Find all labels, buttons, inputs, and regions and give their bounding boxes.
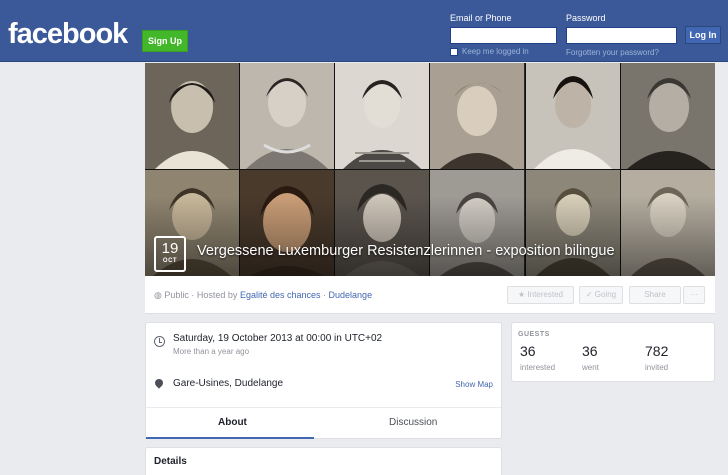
show-map-link[interactable]: Show Map [455, 380, 493, 389]
interested-button[interactable]: ★ Interested [507, 286, 574, 304]
event-title: Vergessene Luxemburger Resistenzlerinnen… [197, 243, 615, 259]
globe-icon: ◍ [154, 290, 162, 300]
tab-about[interactable]: About [218, 417, 247, 428]
event-details-card: Saturday, 19 October 2013 at 00:00 in UT… [145, 322, 502, 439]
log-in-button[interactable]: Log In [685, 26, 721, 44]
went-label: went [582, 363, 599, 372]
hosted-by-prefix: Hosted by [196, 290, 238, 300]
invited-label: invited [645, 363, 669, 372]
event-datetime: Saturday, 19 October 2013 at 00:00 in UT… [173, 333, 383, 344]
event-datetime-relative: More than a year ago [173, 347, 250, 356]
sign-up-button[interactable]: Sign Up [142, 30, 188, 52]
interested-label: interested [520, 363, 556, 372]
portrait-photo [240, 63, 335, 169]
event-location[interactable]: Gare-Usines, Dudelange [173, 378, 283, 389]
event-date-badge: 19 OCT [154, 236, 186, 272]
event-date-day: 19 [161, 240, 179, 257]
event-info-strip: ◍ Public · Hosted by Egalité des chances… [145, 276, 715, 314]
guests-title: GUESTS [518, 331, 550, 338]
keep-logged-in[interactable]: Keep me logged in [450, 47, 529, 56]
portrait-photo [430, 63, 525, 169]
portrait-photo [335, 63, 430, 169]
tab-discussion[interactable]: Discussion [389, 417, 437, 428]
share-button[interactable]: Share [629, 286, 681, 304]
privacy-label: Public [164, 290, 189, 300]
keep-logged-in-checkbox[interactable] [450, 47, 458, 56]
location-pin-icon [153, 377, 165, 389]
top-navigation-bar: facebook Sign Up Email or Phone Password… [0, 0, 728, 62]
invited-count[interactable]: 782 [645, 343, 668, 359]
host-link-egalite[interactable]: Egalité des chances [240, 290, 321, 300]
more-options-button[interactable]: ··· [683, 286, 705, 304]
details-card: Details [145, 447, 502, 475]
forgot-password-link[interactable]: Forgotten your password? [566, 48, 659, 57]
host-separator: · [323, 290, 327, 300]
keep-logged-in-label: Keep me logged in [462, 47, 529, 56]
facebook-logo[interactable]: facebook [8, 18, 128, 51]
interested-count[interactable]: 36 [520, 343, 536, 359]
portrait-photo [620, 63, 715, 169]
guests-card: GUESTS 36 interested 36 went 782 invited [511, 322, 715, 382]
went-count[interactable]: 36 [582, 343, 598, 359]
cover-gradient [145, 196, 715, 276]
email-input[interactable] [450, 27, 557, 44]
clock-icon [154, 336, 165, 347]
host-link-dudelange[interactable]: Dudelange [329, 290, 373, 300]
password-input[interactable] [566, 27, 677, 44]
active-tab-indicator [146, 437, 314, 439]
event-host-line: ◍ Public · Hosted by Egalité des chances… [154, 290, 373, 300]
going-button[interactable]: ✓ Going [579, 286, 623, 304]
details-title: Details [154, 456, 187, 467]
portrait-photo [525, 63, 620, 169]
event-tabs: About Discussion [146, 407, 501, 439]
portrait-photo [145, 63, 240, 169]
email-label: Email or Phone [450, 13, 512, 23]
password-label: Password [566, 13, 606, 23]
event-date-month: OCT [162, 258, 178, 264]
